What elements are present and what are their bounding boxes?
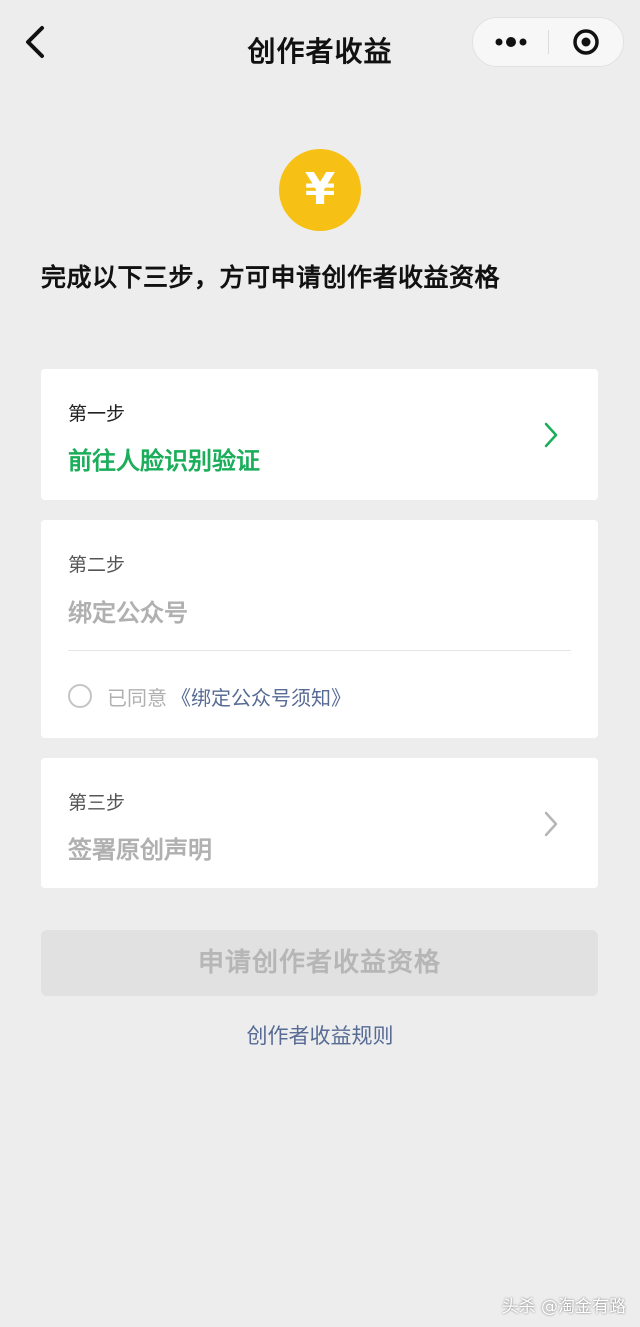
requirements-headline: 完成以下三步，方可申请创作者收益资格 bbox=[41, 263, 501, 292]
card-divider bbox=[68, 650, 571, 651]
step-one-label: 第一步 bbox=[68, 403, 126, 425]
mini-program-capsule bbox=[472, 17, 624, 67]
more-button[interactable] bbox=[473, 18, 548, 66]
step-three-label: 第三步 bbox=[68, 792, 126, 814]
rules-link[interactable]: 创作者收益规则 bbox=[0, 1020, 640, 1050]
agree-label: 已同意 bbox=[107, 685, 167, 710]
step-two-card: 第二步 绑定公众号 已同意 《绑定公众号须知》 bbox=[41, 520, 598, 738]
more-dots-icon bbox=[495, 37, 527, 47]
step-three-card[interactable]: 第三步 签署原创声明 bbox=[41, 758, 598, 888]
step-one-card[interactable]: 第一步 前往人脸识别验证 bbox=[41, 369, 598, 500]
step-two-title: 绑定公众号 bbox=[68, 599, 188, 627]
chevron-right-icon bbox=[544, 811, 558, 837]
step-two-label: 第二步 bbox=[68, 554, 126, 576]
step-three-title: 签署原创声明 bbox=[68, 836, 212, 864]
target-close-icon bbox=[573, 29, 599, 55]
agreement-row: 已同意 《绑定公众号须知》 bbox=[68, 680, 351, 712]
yuan-coin-icon: ¥ bbox=[279, 149, 361, 231]
agree-checkbox[interactable] bbox=[68, 684, 92, 708]
apply-button[interactable]: 申请创作者收益资格 bbox=[41, 930, 598, 996]
step-one-title: 前往人脸识别验证 bbox=[68, 447, 260, 475]
agreement-link[interactable]: 《绑定公众号须知》 bbox=[171, 682, 351, 711]
navigation-bar: 创作者收益 bbox=[0, 0, 640, 100]
chevron-right-icon bbox=[544, 422, 558, 448]
close-button[interactable] bbox=[549, 18, 624, 66]
watermark: 头杀 @淘金有路 bbox=[501, 1297, 626, 1317]
